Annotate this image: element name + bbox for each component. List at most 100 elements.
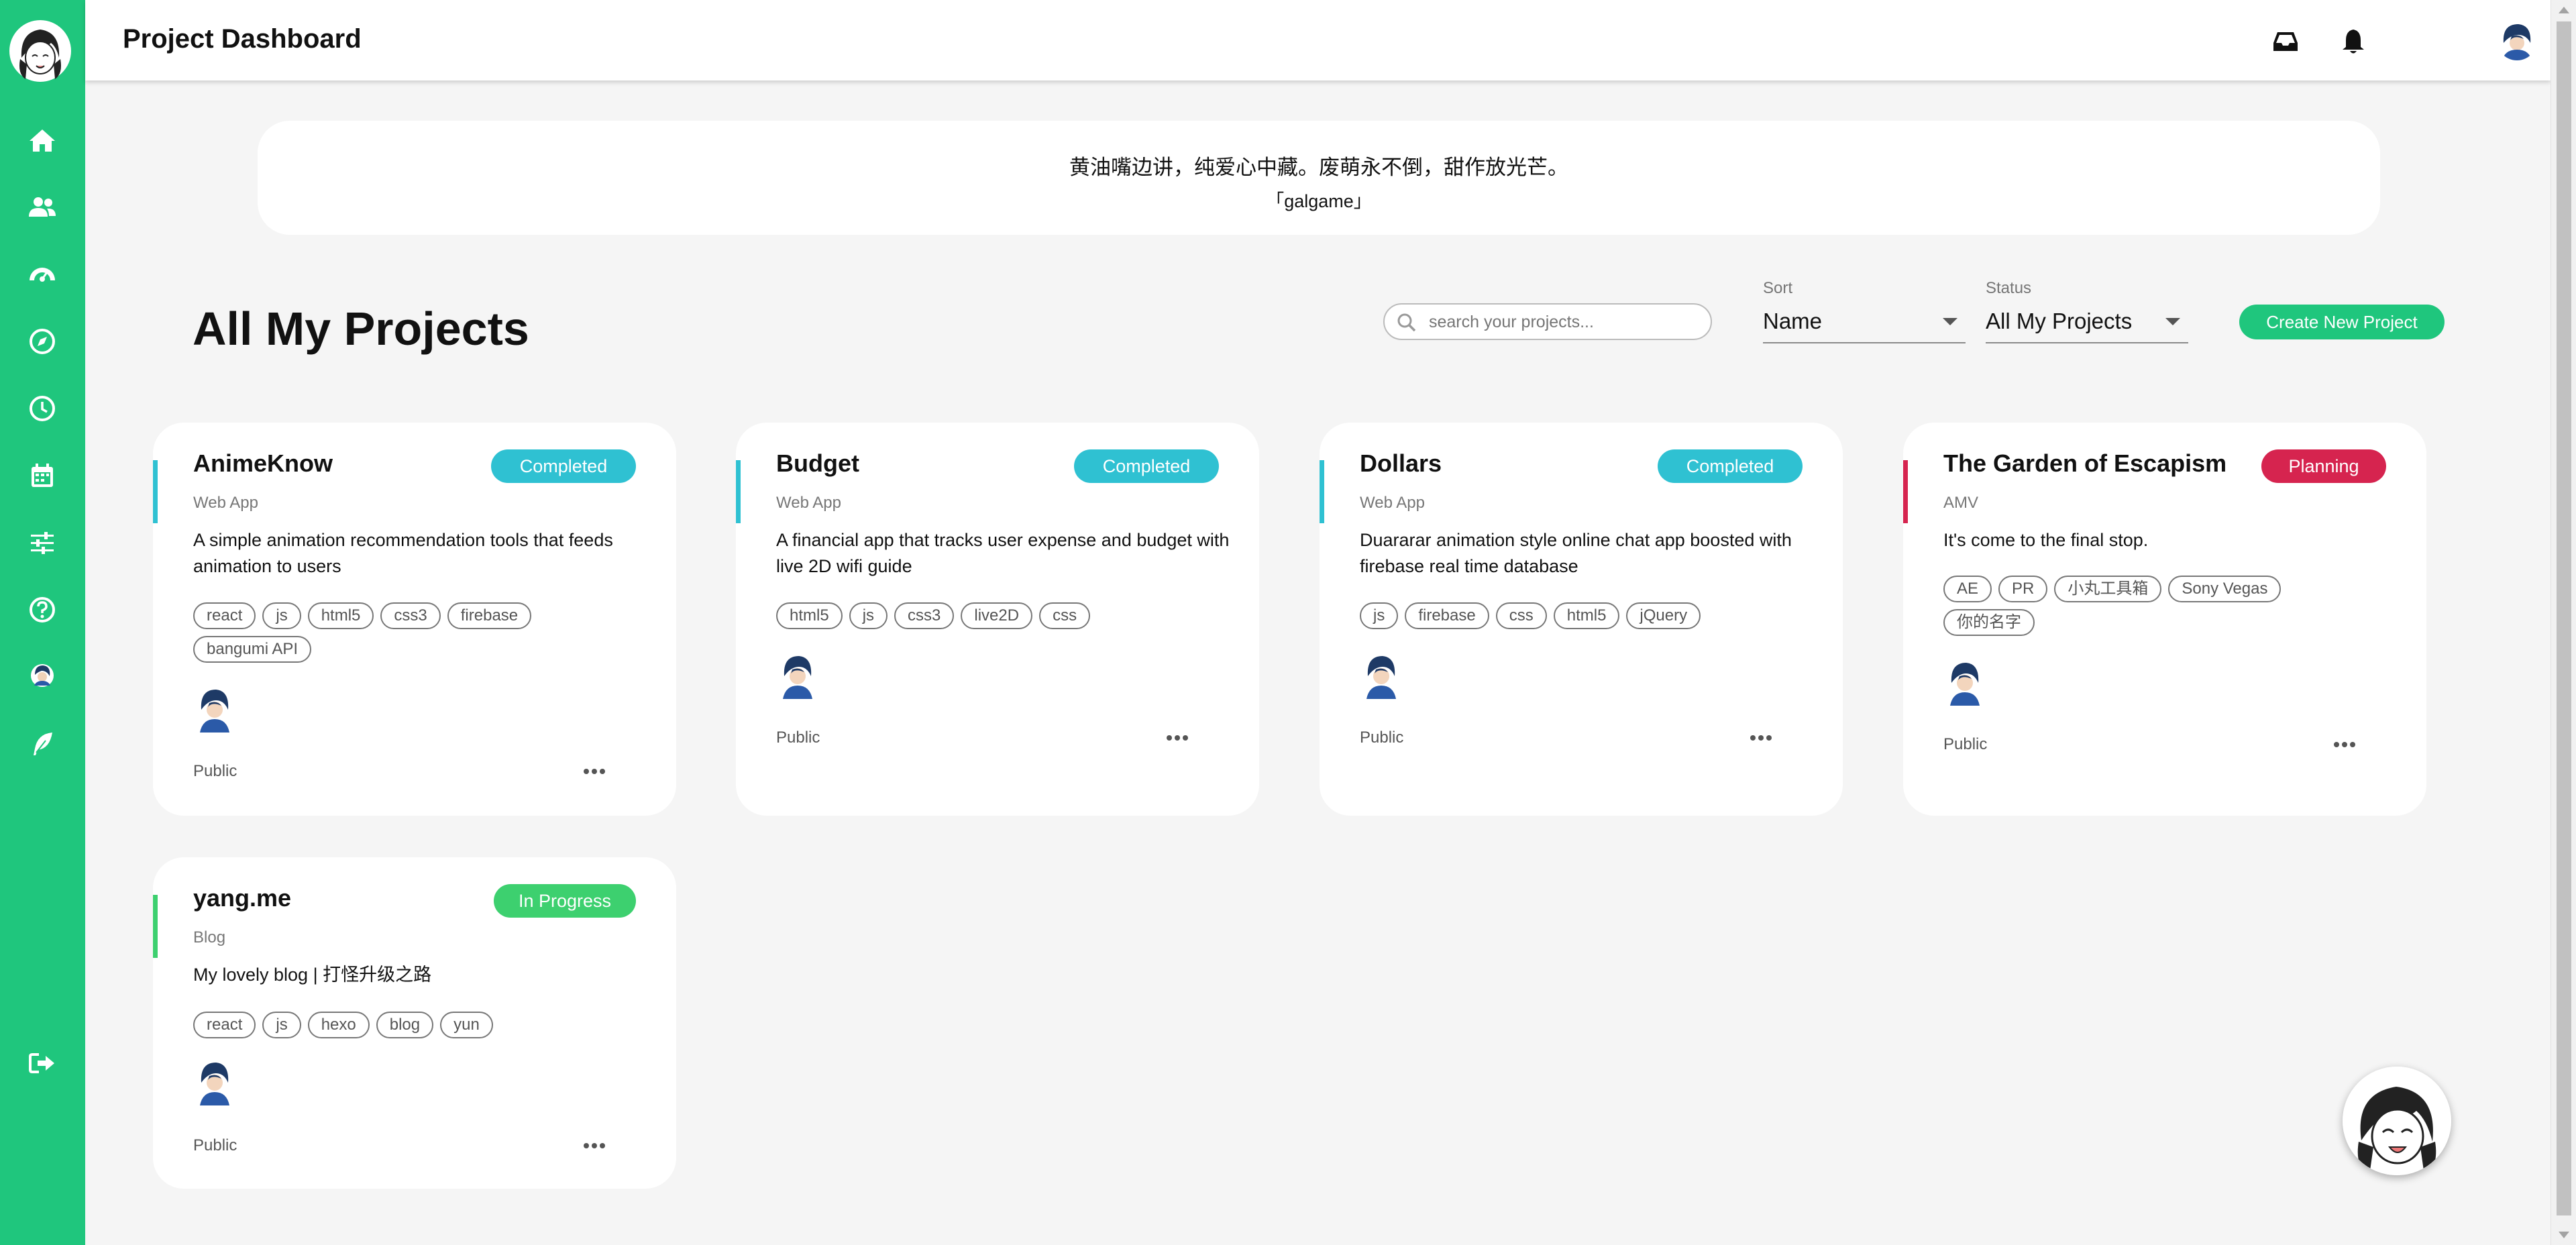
project-title[interactable]: The Garden of Escapism xyxy=(1943,449,2226,478)
tag[interactable]: blog xyxy=(376,1012,434,1038)
scrollbar-thumb[interactable] xyxy=(2557,21,2571,1215)
visibility-label: Public xyxy=(193,1136,237,1154)
tag[interactable]: js xyxy=(1360,602,1399,629)
project-card[interactable]: AnimeKnow Completed Web App A simple ani… xyxy=(153,423,676,816)
sort-label: Sort xyxy=(1763,279,1793,297)
tag[interactable]: firebase xyxy=(1405,602,1489,629)
more-options-icon[interactable] xyxy=(581,1139,608,1152)
calendar-icon[interactable] xyxy=(27,460,58,491)
tag[interactable]: css xyxy=(1495,602,1547,629)
sort-select[interactable]: Name xyxy=(1763,302,1966,343)
card-accent-bar xyxy=(736,460,741,523)
search-input[interactable] xyxy=(1429,310,1697,334)
project-type: AMV xyxy=(1943,494,1979,512)
user-avatar-icon[interactable] xyxy=(27,660,58,691)
tag[interactable]: live2D xyxy=(961,602,1033,629)
project-card[interactable]: Budget Completed Web App A financial app… xyxy=(736,423,1259,816)
compass-icon[interactable] xyxy=(27,326,58,357)
tag[interactable]: css3 xyxy=(380,602,441,629)
tag-list: js firebase css html5 jQuery xyxy=(1360,602,1816,629)
tag[interactable]: css xyxy=(1039,602,1091,629)
more-options-icon[interactable] xyxy=(1164,731,1191,745)
status-badge: Completed xyxy=(491,449,636,483)
tag[interactable]: js xyxy=(849,602,888,629)
home-icon[interactable] xyxy=(27,125,58,156)
section-title: All My Projects xyxy=(193,303,529,355)
project-card[interactable]: Dollars Completed Web App Duararar anima… xyxy=(1320,423,1843,816)
clock-icon[interactable] xyxy=(27,393,58,424)
tag[interactable]: css3 xyxy=(894,602,955,629)
top-header: Project Dashboard xyxy=(85,0,2551,80)
tag[interactable]: 你的名字 xyxy=(1943,609,2035,636)
member-avatar[interactable] xyxy=(776,652,819,699)
status-label: Status xyxy=(1986,279,2032,297)
project-description: My lovely blog | 打怪升级之路 xyxy=(193,965,432,985)
tag[interactable]: hexo xyxy=(307,1012,370,1038)
visibility-label: Public xyxy=(1360,728,1404,747)
create-new-project-button[interactable]: Create New Project xyxy=(2239,305,2445,339)
member-avatar[interactable] xyxy=(1360,652,1403,699)
project-card[interactable]: yang.me In Progress Blog My lovely blog … xyxy=(153,857,676,1189)
sign-out-icon[interactable] xyxy=(27,1048,58,1079)
sort-value: Name xyxy=(1763,309,1823,333)
tag[interactable]: 小丸工具箱 xyxy=(2054,576,2162,602)
project-title[interactable]: Budget xyxy=(776,449,859,478)
anime-girl-icon xyxy=(2343,1067,2451,1175)
help-icon[interactable] xyxy=(27,594,58,625)
chevron-down-icon xyxy=(1943,318,1957,325)
scroll-down-arrow-icon[interactable] xyxy=(2559,1232,2569,1238)
page-scrollbar[interactable] xyxy=(2551,0,2576,1245)
project-type: Web App xyxy=(193,494,258,512)
member-avatar[interactable] xyxy=(193,686,236,733)
quote-text: 黄油嘴边讲，纯爱心中藏。废萌永不倒，甜作放光芒。 xyxy=(1069,156,1568,179)
project-title[interactable]: Dollars xyxy=(1360,449,1442,478)
tag[interactable]: yun xyxy=(440,1012,493,1038)
sidebar xyxy=(0,0,85,1245)
tag[interactable]: bangumi API xyxy=(193,636,312,663)
card-accent-bar xyxy=(1903,460,1908,523)
tag[interactable]: html5 xyxy=(307,602,374,629)
tag[interactable]: html5 xyxy=(776,602,843,629)
project-title[interactable]: AnimeKnow xyxy=(193,449,333,478)
tag[interactable]: PR xyxy=(1998,576,2048,602)
project-card[interactable]: The Garden of Escapism Planning AMV It's… xyxy=(1903,423,2426,816)
inbox-icon[interactable] xyxy=(2269,25,2302,58)
more-options-icon[interactable] xyxy=(2331,738,2358,751)
visibility-label: Public xyxy=(1943,735,1988,753)
more-options-icon[interactable] xyxy=(1748,731,1774,745)
anime-girl-logo[interactable] xyxy=(7,17,74,85)
tag[interactable]: Sony Vegas xyxy=(2168,576,2282,602)
mascot-chat-button[interactable] xyxy=(2343,1067,2451,1175)
visibility-label: Public xyxy=(193,762,237,780)
users-icon[interactable] xyxy=(27,192,58,223)
member-avatar[interactable] xyxy=(1943,659,1986,706)
scroll-up-arrow-icon[interactable] xyxy=(2559,7,2569,13)
tag[interactable]: react xyxy=(193,602,256,629)
bell-icon[interactable] xyxy=(2337,25,2369,58)
more-options-icon[interactable] xyxy=(581,765,608,778)
project-title[interactable]: yang.me xyxy=(193,884,291,912)
project-type: Web App xyxy=(776,494,841,512)
feather-icon[interactable] xyxy=(27,728,58,759)
tag[interactable]: html5 xyxy=(1553,602,1620,629)
search-box[interactable] xyxy=(1383,303,1712,340)
tag[interactable]: firebase xyxy=(447,602,532,629)
tag[interactable]: react xyxy=(193,1012,256,1038)
sliders-icon[interactable] xyxy=(27,527,58,558)
search-icon xyxy=(1397,313,1416,332)
chevron-down-icon xyxy=(2165,318,2180,325)
user-avatar[interactable] xyxy=(2497,20,2537,60)
tag[interactable]: jQuery xyxy=(1626,602,1701,629)
tag[interactable]: js xyxy=(262,1012,301,1038)
tag-list: html5 js css3 live2D css xyxy=(776,602,1232,629)
tag-list: react js hexo blog yun xyxy=(193,1012,649,1038)
tag[interactable]: AE xyxy=(1943,576,1992,602)
status-select[interactable]: All My Projects xyxy=(1986,302,2188,343)
dashboard-gauge-icon[interactable] xyxy=(27,259,58,290)
status-badge: Planning xyxy=(2261,449,2386,483)
project-type: Blog xyxy=(193,928,226,946)
member-avatar[interactable] xyxy=(193,1059,236,1105)
tag[interactable]: js xyxy=(262,602,301,629)
project-description: A simple animation recommendation tools … xyxy=(193,530,613,576)
project-description: Duararar animation style online chat app… xyxy=(1360,530,1792,576)
